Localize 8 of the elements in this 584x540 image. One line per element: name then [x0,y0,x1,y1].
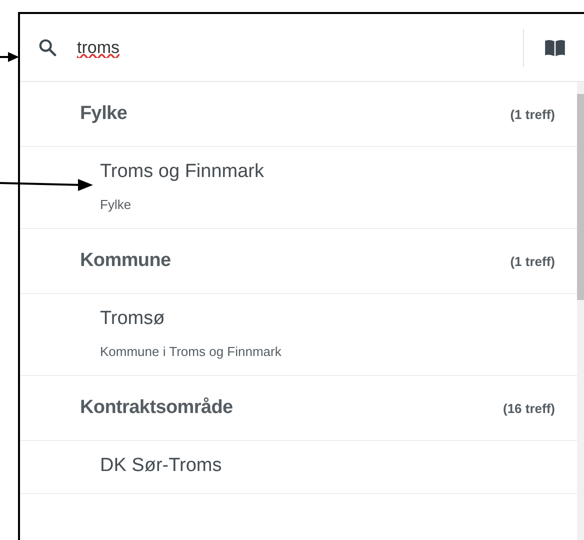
search-field[interactable]: troms [77,38,523,58]
group-title: Kommune [80,250,171,272]
result-item[interactable]: DK Sør-Troms [20,441,577,494]
group-title: Fylke [80,103,128,125]
result-count: (1 treff) [510,254,555,268]
result-count: (1 treff) [510,106,555,122]
result-count: (16 treff) [502,400,555,416]
group-title: Kontraktsområde [80,397,233,419]
